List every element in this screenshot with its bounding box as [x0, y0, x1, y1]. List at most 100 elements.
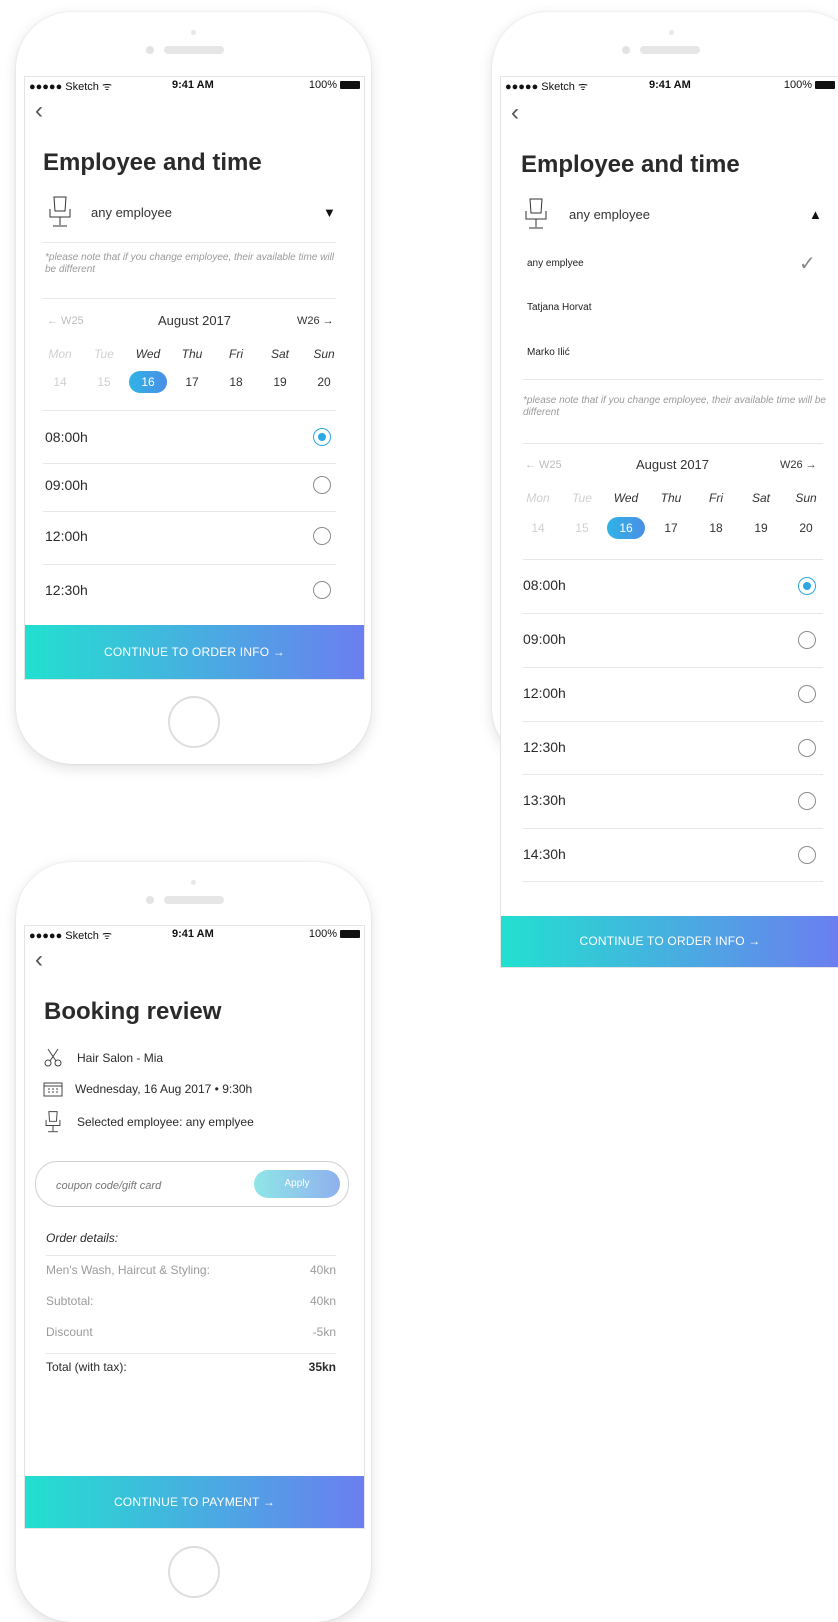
time-slot-radio[interactable] [313, 527, 331, 545]
time-slot-row[interactable]: 08:00h [25, 411, 364, 463]
time-slot-radio[interactable] [313, 476, 331, 494]
time-slot-label: 08:00h [45, 429, 88, 445]
time-slot-radio[interactable] [798, 846, 816, 864]
page-title: Booking review [44, 998, 222, 1025]
time-slot-label: 12:30h [45, 582, 88, 598]
divider [46, 1255, 336, 1256]
time-slot-row[interactable]: 14:30h [501, 829, 838, 881]
dropdown-option-label: any emplyee [527, 258, 584, 269]
wifi-icon: ᯤ [577, 81, 589, 93]
time-slot-label: 08:00h [523, 577, 566, 593]
day-number[interactable]: 18 [699, 517, 733, 539]
check-icon: ✓ [799, 253, 816, 275]
dropdown-option[interactable]: Tatjana Horvat [501, 291, 838, 327]
continue-order-info-button[interactable]: CONTINUE TO ORDER INFO → [25, 625, 364, 679]
selected-day[interactable]: 16 [607, 517, 645, 539]
day-name: Wed [613, 491, 639, 505]
home-button[interactable] [168, 1546, 220, 1598]
carrier-label: ●●●●● Sketch [29, 930, 99, 942]
day-number: 14 [53, 375, 67, 389]
status-time: 9:41 AM [172, 79, 214, 91]
continue-payment-button[interactable]: CONTINUE TO PAYMENT → [25, 1476, 364, 1528]
time-slot-radio[interactable] [798, 631, 816, 649]
day-number[interactable]: 19 [263, 371, 297, 393]
time-slot-row[interactable]: 12:30h [25, 565, 364, 615]
time-slot-row[interactable]: 12:00h [501, 668, 838, 720]
day-number[interactable]: 19 [744, 517, 778, 539]
total-label: Total (with tax): [46, 1360, 127, 1374]
total-value: 35kn [308, 1360, 336, 1374]
chair-icon [525, 198, 547, 229]
carrier-label: ●●●●● Sketch [29, 81, 99, 93]
day-name: Fri [229, 347, 243, 361]
time-slot-radio[interactable] [798, 792, 816, 810]
time-slot-radio[interactable] [798, 739, 816, 757]
day-number[interactable]: 20 [789, 517, 823, 539]
calendar-icon [43, 1082, 63, 1097]
chevron-up-icon: ▲ [809, 207, 822, 222]
time-slot-label: 12:00h [523, 685, 566, 701]
selected-employee: Selected employee: any emplyee [77, 1115, 254, 1129]
employee-select[interactable]: any employee ▲ [519, 197, 829, 233]
order-line-label: Men's Wash, Haircut & Styling: [46, 1263, 210, 1277]
battery-icon [815, 81, 835, 90]
home-button[interactable] [168, 696, 220, 748]
next-week-button[interactable]: W26 → [780, 459, 817, 471]
next-week-button[interactable]: W26 → [297, 315, 334, 327]
calendar-month: August 2017 [636, 457, 710, 472]
dropdown-option[interactable]: Marko Ilić [501, 336, 838, 372]
back-arrow-icon[interactable]: ‹ [35, 948, 43, 972]
battery-icon [340, 81, 360, 90]
status-bar: ●●●●● Sketch ᯤ 9:41 AM 100% [25, 926, 364, 944]
time-slot-row[interactable]: 13:30h [501, 775, 838, 827]
employee-select[interactable]: any employee ▼ [43, 195, 345, 231]
time-slot-row[interactable]: 08:00h [501, 560, 838, 612]
employee-select-value: any employee [91, 205, 172, 220]
day-number[interactable]: 17 [654, 517, 688, 539]
day-name: Sun [313, 347, 335, 361]
apply-button[interactable]: Apply [254, 1170, 340, 1198]
day-name: Tue [572, 491, 592, 505]
dropdown-option[interactable]: any emplyee ✓ [501, 247, 838, 283]
carrier-label: ●●●●● Sketch [505, 81, 575, 93]
dropdown-option-label: Marko Ilić [527, 347, 570, 358]
chair-icon [45, 1111, 61, 1133]
selected-day[interactable]: 16 [129, 371, 167, 393]
status-time: 9:41 AM [649, 79, 691, 91]
employee-note: *please note that if you change employee… [523, 395, 826, 418]
screen-employee-time: ●●●●● Sketch ᯤ 9:41 AM 100% ‹ Employee a… [24, 76, 365, 680]
day-number[interactable]: 20 [307, 371, 341, 393]
day-name: Fri [709, 491, 723, 505]
time-slot-radio[interactable] [313, 581, 331, 599]
time-slot-row[interactable]: 12:00h [25, 512, 364, 564]
page-title: Employee and time [43, 149, 262, 176]
phone-camera [622, 46, 630, 54]
back-arrow-icon[interactable]: ‹ [35, 99, 43, 123]
divider [523, 881, 823, 882]
continue-order-info-button[interactable]: CONTINUE TO ORDER INFO → [501, 916, 838, 967]
back-arrow-icon[interactable]: ‹ [511, 101, 519, 125]
divider [523, 379, 823, 380]
day-number: 15 [97, 375, 111, 389]
time-slot-row[interactable]: 09:00h [501, 614, 838, 666]
chevron-down-icon: ▼ [323, 205, 336, 220]
prev-week-button[interactable]: ← W25 [525, 459, 562, 471]
day-number[interactable]: 17 [175, 371, 209, 393]
time-slot-label: 09:00h [45, 477, 88, 493]
prev-week-button[interactable]: ← W25 [47, 315, 84, 327]
order-line-value: 40kn [309, 1263, 336, 1277]
screen-booking-review: ●●●●● Sketch ᯤ 9:41 AM 100% ‹ Booking re… [24, 925, 365, 1529]
coupon-input[interactable] [54, 1176, 238, 1196]
time-slot-row[interactable]: 12:30h [501, 722, 838, 774]
time-slot-radio[interactable] [313, 428, 331, 446]
employee-note: *please note that if you change employee… [45, 252, 335, 275]
phone-sensor [191, 30, 196, 35]
time-slot-row[interactable]: 09:00h [25, 464, 364, 512]
phone-sensor [191, 880, 196, 885]
day-name: Sat [270, 347, 289, 361]
salon-name: Hair Salon - Mia [77, 1051, 164, 1065]
time-slot-radio[interactable] [798, 577, 816, 595]
day-number[interactable]: 18 [219, 371, 253, 393]
time-slot-radio[interactable] [798, 685, 816, 703]
order-line-value: -5kn [312, 1325, 336, 1339]
